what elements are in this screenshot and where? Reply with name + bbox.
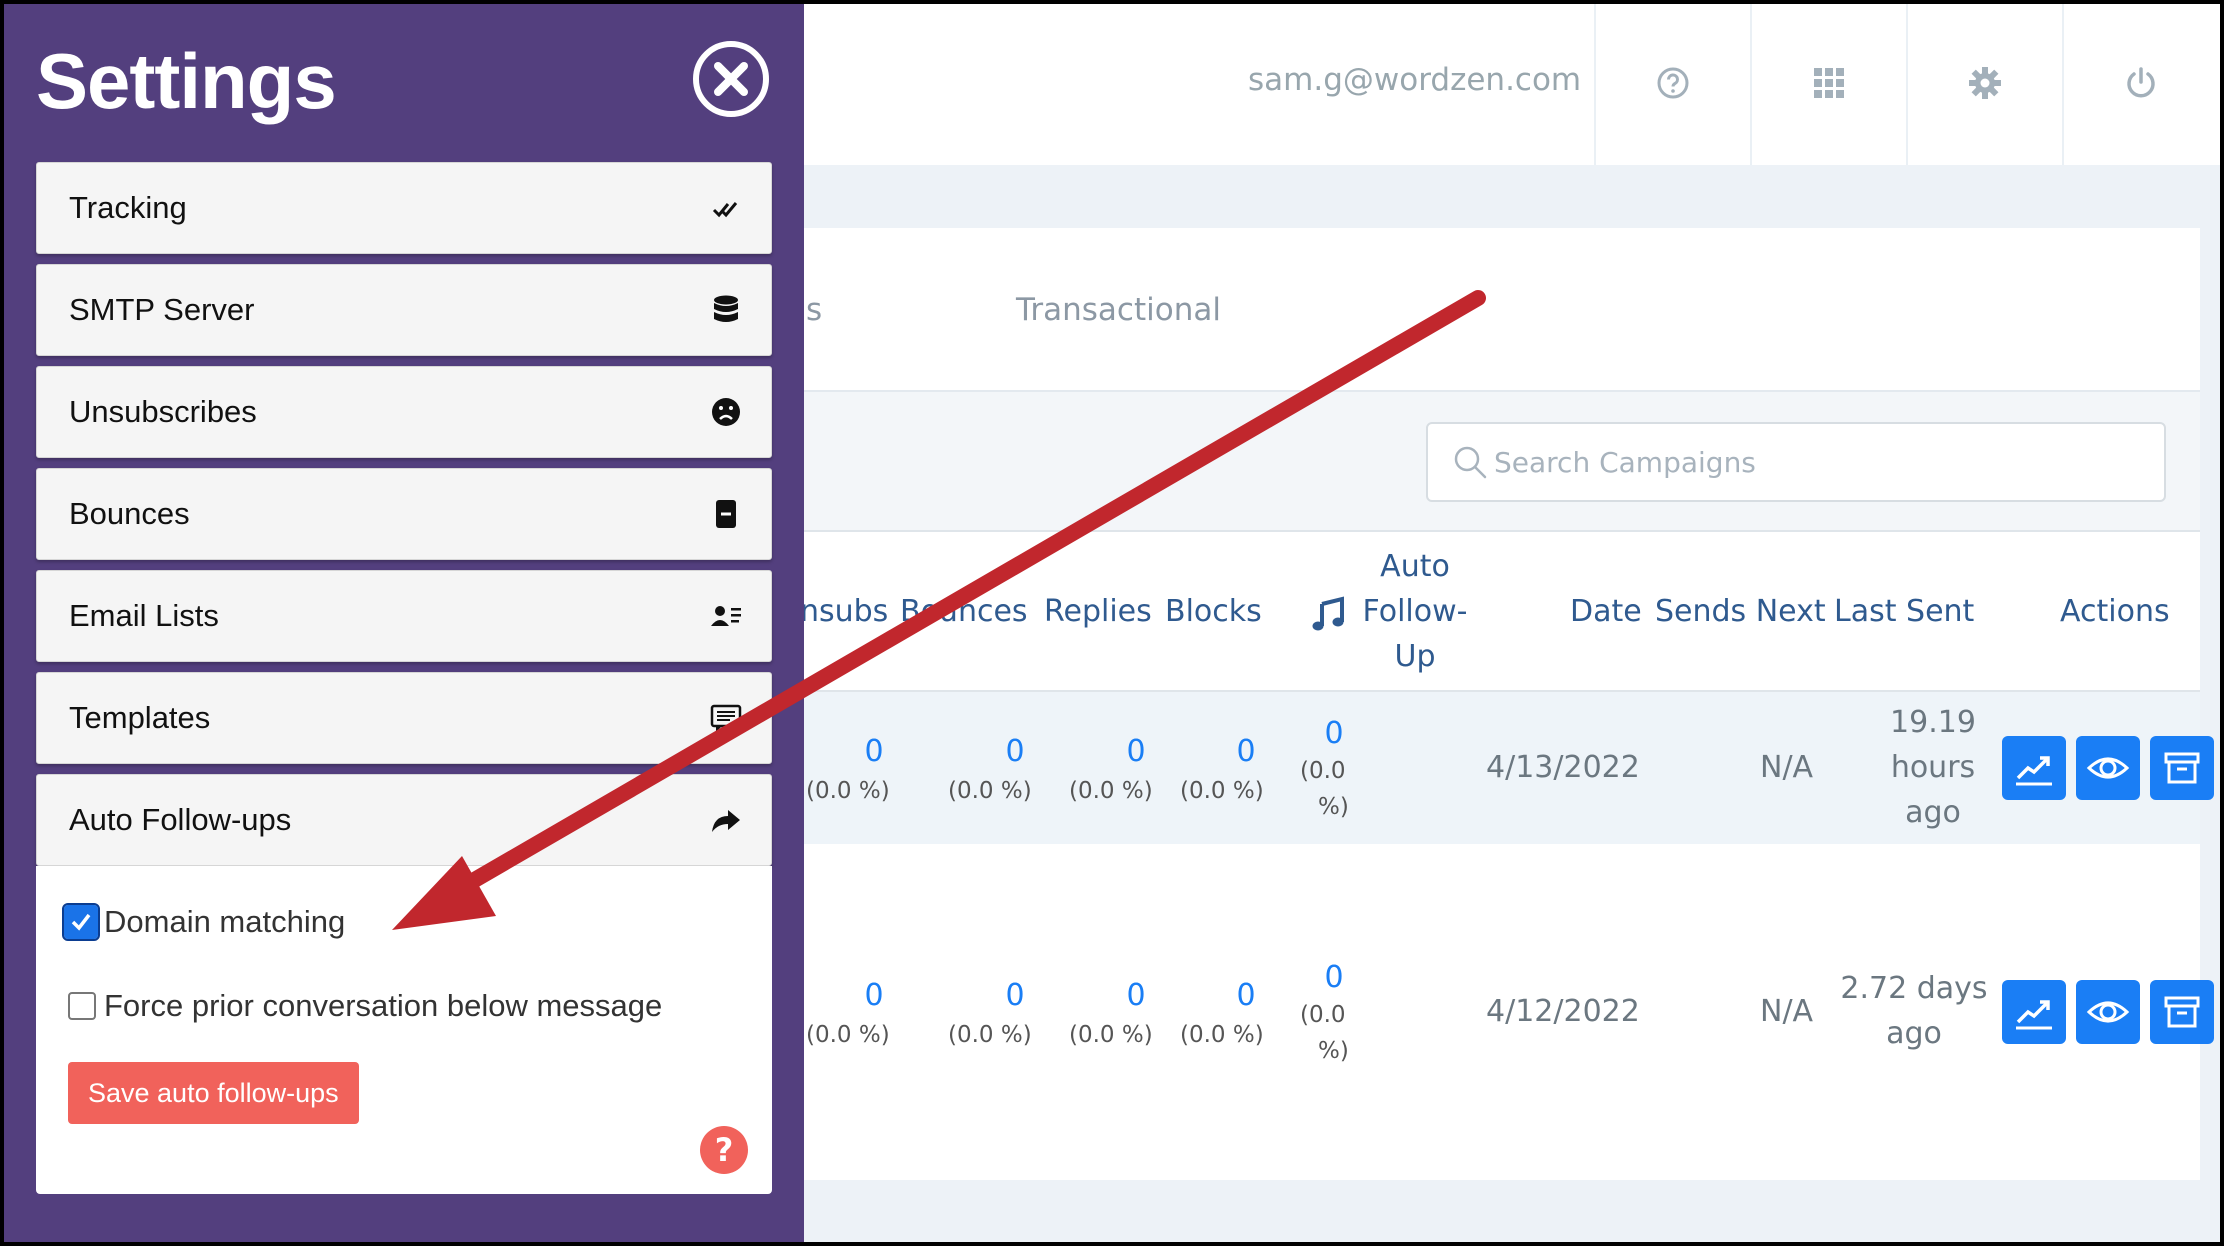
- header-sends-next[interactable]: Sends Next: [1655, 594, 1826, 629]
- menu-item-auto-follow-ups[interactable]: Auto Follow-ups: [36, 774, 772, 866]
- header-last-sent[interactable]: Last Sent: [1834, 594, 1974, 629]
- eye-icon: [2086, 757, 2130, 779]
- power-icon[interactable]: [2062, 0, 2218, 165]
- trend-chart-icon: [2016, 1000, 2052, 1030]
- search-input[interactable]: [1494, 445, 2134, 479]
- menu-item-smtp-server[interactable]: SMTP Server: [36, 264, 772, 356]
- header-blocks[interactable]: Blocks: [1165, 594, 1262, 629]
- music-note-icon: [1312, 596, 1344, 631]
- tab-transactional[interactable]: Transactional: [1016, 292, 1221, 328]
- trend-chart-icon: [2016, 756, 2052, 786]
- panel-title: Settings: [36, 37, 337, 125]
- blocks-count: 0: [1236, 978, 1256, 1013]
- header-bounces[interactable]: Bounces: [900, 594, 1028, 629]
- user-email[interactable]: sam.g@wordzen.com: [1248, 62, 1581, 98]
- archive-button[interactable]: [2150, 980, 2214, 1044]
- force-prior-checkbox[interactable]: [68, 992, 96, 1020]
- gear-icon[interactable]: [1906, 0, 2062, 165]
- menu-item-label: Auto Follow-ups: [69, 802, 292, 837]
- auto-follow-ups-settings: Domain matching Force prior conversation…: [36, 866, 772, 1194]
- auto-follow-up-percent: (0.0: [1300, 1002, 1346, 1028]
- double-check-icon: [709, 191, 743, 225]
- domain-matching-label: Domain matching: [104, 904, 346, 939]
- last-sent-cell: 2.72 days ago: [1840, 971, 1988, 1051]
- share-arrow-icon: [709, 803, 743, 837]
- menu-item-label: SMTP Server: [69, 292, 255, 327]
- menu-item-unsubscribes[interactable]: Unsubscribes: [36, 366, 772, 458]
- menu-item-bounces[interactable]: Bounces: [36, 468, 772, 560]
- database-icon: [709, 293, 743, 327]
- replies-percent: (0.0 %): [1069, 778, 1153, 804]
- replies-count: 0: [1126, 978, 1146, 1013]
- unsubs-count: 0: [864, 978, 884, 1013]
- auto-follow-up-percent-end: %): [1318, 1038, 1349, 1064]
- sad-face-icon: [709, 395, 743, 429]
- blocks-percent: (0.0 %): [1180, 778, 1264, 804]
- settings-panel: Settings Tracking SMTP Server Unsubscrib…: [0, 0, 804, 1246]
- menu-item-label: Templates: [69, 700, 211, 735]
- help-button[interactable]: ?: [700, 1126, 748, 1174]
- auto-follow-up-percent-end: %): [1318, 794, 1349, 820]
- date-cell: 4/13/2022: [1486, 750, 1640, 785]
- last-sent-cell: 19.19 hours ago: [1890, 705, 1976, 830]
- replies-percent: (0.0 %): [1069, 1022, 1153, 1048]
- checkmark-icon: [71, 913, 91, 931]
- help-icon[interactable]: [1594, 0, 1750, 165]
- search-icon: [1454, 446, 1487, 479]
- unsubs-percent: (0.0 %): [806, 1022, 890, 1048]
- menu-item-label: Bounces: [69, 496, 190, 531]
- close-icon[interactable]: [692, 40, 770, 118]
- domain-matching-option[interactable]: Domain matching: [62, 903, 346, 941]
- view-button[interactable]: [2076, 736, 2140, 800]
- force-prior-label: Force prior conversation below message: [104, 988, 663, 1023]
- bounces-count: 0: [1005, 978, 1025, 1013]
- message-icon: [709, 701, 743, 735]
- blocks-percent: (0.0 %): [1180, 1022, 1264, 1048]
- sends-next-cell: N/A: [1760, 994, 1814, 1029]
- bounces-count: 0: [1005, 734, 1025, 769]
- archive-icon: [2164, 752, 2200, 784]
- replies-count: 0: [1126, 734, 1146, 769]
- menu-item-email-lists[interactable]: Email Lists: [36, 570, 772, 662]
- save-auto-follow-ups-button[interactable]: Save auto follow-ups: [68, 1062, 359, 1124]
- contact-list-icon: [709, 599, 743, 633]
- minus-square-icon: [709, 497, 743, 531]
- date-cell: 4/12/2022: [1486, 994, 1640, 1029]
- header-auto-follow-up[interactable]: Auto Follow- Up: [1354, 544, 1476, 679]
- unsubs-count: 0: [864, 734, 884, 769]
- force-prior-option[interactable]: Force prior conversation below message: [68, 988, 662, 1024]
- view-button[interactable]: [2076, 980, 2140, 1044]
- unsubs-percent: (0.0 %): [806, 778, 890, 804]
- menu-item-label: Unsubscribes: [69, 394, 257, 429]
- auto-follow-up-count: 0: [1324, 716, 1344, 751]
- bounces-percent: (0.0 %): [948, 778, 1032, 804]
- header-replies[interactable]: Replies: [1044, 594, 1152, 629]
- stats-button[interactable]: [2002, 736, 2066, 800]
- header-date[interactable]: Date: [1570, 594, 1642, 629]
- search-box[interactable]: [1426, 422, 2166, 502]
- menu-item-templates[interactable]: Templates: [36, 672, 772, 764]
- blocks-count: 0: [1236, 734, 1256, 769]
- apps-grid-icon[interactable]: [1750, 0, 1906, 165]
- menu-item-label: Email Lists: [69, 598, 219, 633]
- eye-icon: [2086, 1001, 2130, 1023]
- menu-item-tracking[interactable]: Tracking: [36, 162, 772, 254]
- stats-button[interactable]: [2002, 980, 2066, 1044]
- archive-icon: [2164, 996, 2200, 1028]
- menu-item-label: Tracking: [69, 190, 187, 225]
- bounces-percent: (0.0 %): [948, 1022, 1032, 1048]
- auto-follow-up-count: 0: [1324, 960, 1344, 995]
- auto-follow-up-percent: (0.0: [1300, 758, 1346, 784]
- sends-next-cell: N/A: [1760, 750, 1814, 785]
- archive-button[interactable]: [2150, 736, 2214, 800]
- header-actions: Actions: [2060, 594, 2170, 629]
- domain-matching-checkbox[interactable]: [62, 903, 100, 941]
